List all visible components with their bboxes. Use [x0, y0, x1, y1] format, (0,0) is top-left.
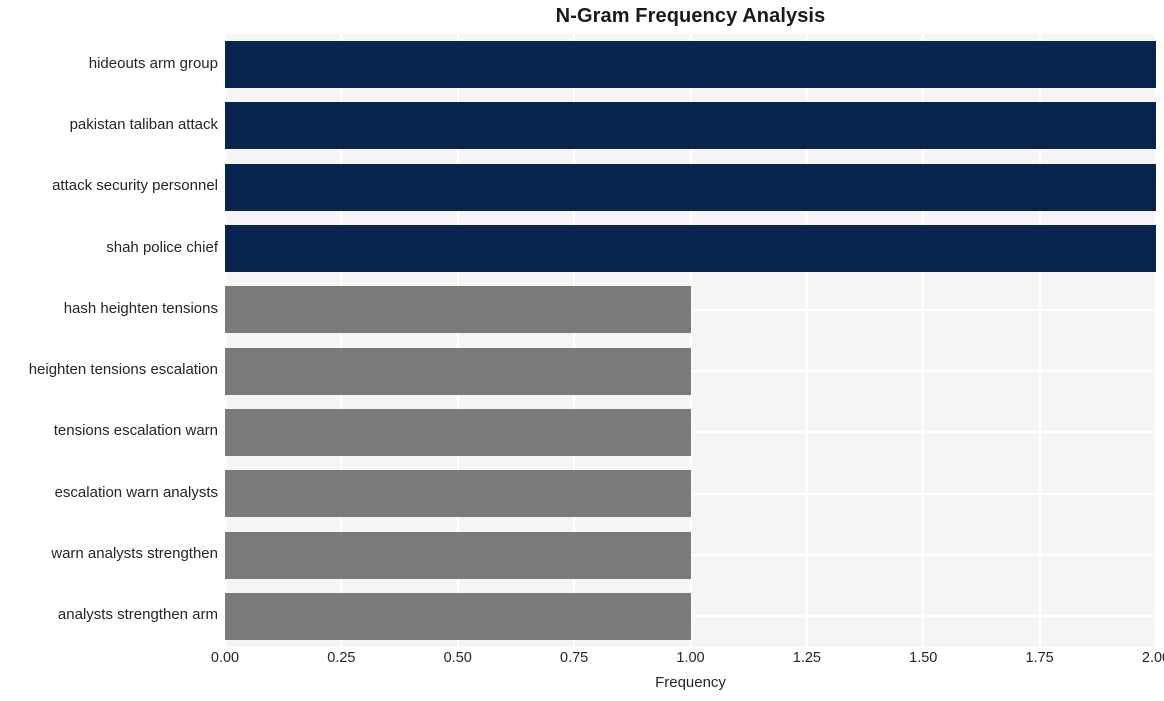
y-axis-tick-label: shah police chief — [106, 238, 218, 256]
y-axis-tick-label: warn analysts strengthen — [51, 545, 218, 563]
x-axis-tick-label: 1.50 — [909, 650, 938, 666]
bar[interactable] — [225, 408, 691, 456]
y-axis-tick-label: hash heighten tensions — [63, 299, 218, 317]
y-axis-tick-label: pakistan taliban attack — [69, 115, 218, 133]
bar[interactable] — [225, 592, 691, 640]
chart-figure: N-Gram Frequency Analysis hideouts arm g… — [0, 0, 1164, 701]
y-axis-tick-label: heighten tensions escalation — [28, 361, 218, 379]
bar[interactable] — [225, 225, 1156, 273]
x-axis-tick-label: 2.00 — [1141, 650, 1164, 666]
x-axis-title: Frequency — [655, 674, 726, 691]
y-axis-tick-label: escalation warn analysts — [54, 483, 218, 501]
bar[interactable] — [225, 531, 691, 579]
x-axis-tick-label: 0.25 — [327, 650, 356, 666]
y-axis-tick-labels: hideouts arm group pakistan taliban attac… — [0, 34, 225, 647]
x-axis-tick-label: 1.75 — [1025, 650, 1054, 666]
x-axis-tick-label: 1.25 — [792, 650, 821, 666]
y-axis-tick-label: tensions escalation warn — [53, 422, 218, 440]
y-axis-tick-label: hideouts arm group — [88, 54, 218, 72]
plot-area — [225, 34, 1156, 647]
x-axis-tick-labels: 0.00 0.25 0.50 0.75 1.00 1.25 1.50 1.75 2.00 — [211, 650, 1164, 674]
bar[interactable] — [225, 102, 1156, 150]
bar[interactable] — [225, 470, 691, 518]
x-axis-tick-label: 1.00 — [676, 650, 705, 666]
y-axis-tick-label: attack security personnel — [52, 177, 218, 195]
x-axis-tick-label: 0.00 — [210, 650, 240, 666]
bar[interactable] — [225, 347, 691, 395]
bar[interactable] — [225, 41, 1156, 89]
y-axis-tick-label: analysts strengthen arm — [57, 606, 218, 624]
bar[interactable] — [225, 286, 691, 334]
x-axis-tick-label: 0.50 — [443, 650, 472, 666]
x-axis-tick-label: 0.75 — [560, 650, 589, 666]
chart-title: N-Gram Frequency Analysis — [555, 5, 826, 27]
bar[interactable] — [225, 163, 1156, 211]
